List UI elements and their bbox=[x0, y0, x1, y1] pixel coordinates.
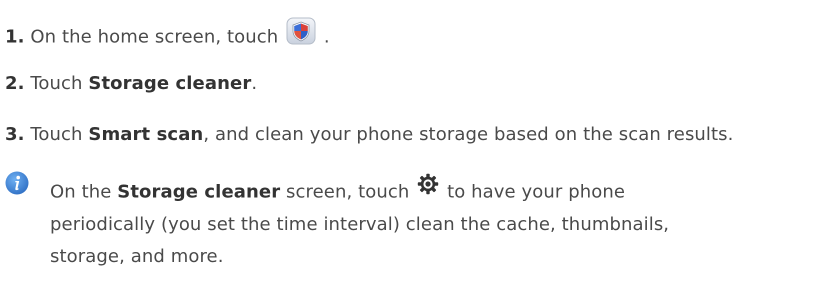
info-icon bbox=[5, 171, 29, 195]
step-text: Touch bbox=[30, 73, 83, 94]
step-3: 3. Touch Smart scan, and clean your phon… bbox=[5, 123, 734, 147]
note-text-middle: screen, touch bbox=[286, 181, 410, 203]
note-text-start: On the bbox=[50, 181, 112, 203]
step-number: 3. bbox=[5, 124, 25, 145]
note-text: On the Storage cleaner screen, touch to … bbox=[50, 173, 790, 273]
step-text-end: . bbox=[251, 73, 258, 94]
storage-cleaner-label: Storage cleaner bbox=[88, 73, 252, 94]
step-number: 1. bbox=[5, 26, 25, 48]
step-2: 2. Touch Storage cleaner. bbox=[5, 72, 257, 96]
phone-manager-shield-icon bbox=[286, 17, 316, 52]
note-line-2: periodically (you set the time interval)… bbox=[50, 214, 670, 235]
step-text: Touch bbox=[30, 124, 83, 145]
step-text: On the home screen, touch bbox=[30, 26, 279, 48]
settings-gear-icon bbox=[417, 173, 439, 206]
note-text-end: to have your phone bbox=[447, 181, 626, 203]
step-text-end: , and clean your phone storage based on … bbox=[203, 124, 734, 145]
step-1: 1. On the home screen, touch . bbox=[5, 17, 330, 55]
step-text-end: . bbox=[323, 26, 330, 48]
step-number: 2. bbox=[5, 73, 25, 94]
smart-scan-label: Smart scan bbox=[88, 124, 204, 145]
note-line-3: storage, and more. bbox=[50, 246, 224, 267]
note-line-1: On the Storage cleaner screen, touch to … bbox=[50, 173, 790, 209]
storage-cleaner-label: Storage cleaner bbox=[117, 181, 281, 203]
